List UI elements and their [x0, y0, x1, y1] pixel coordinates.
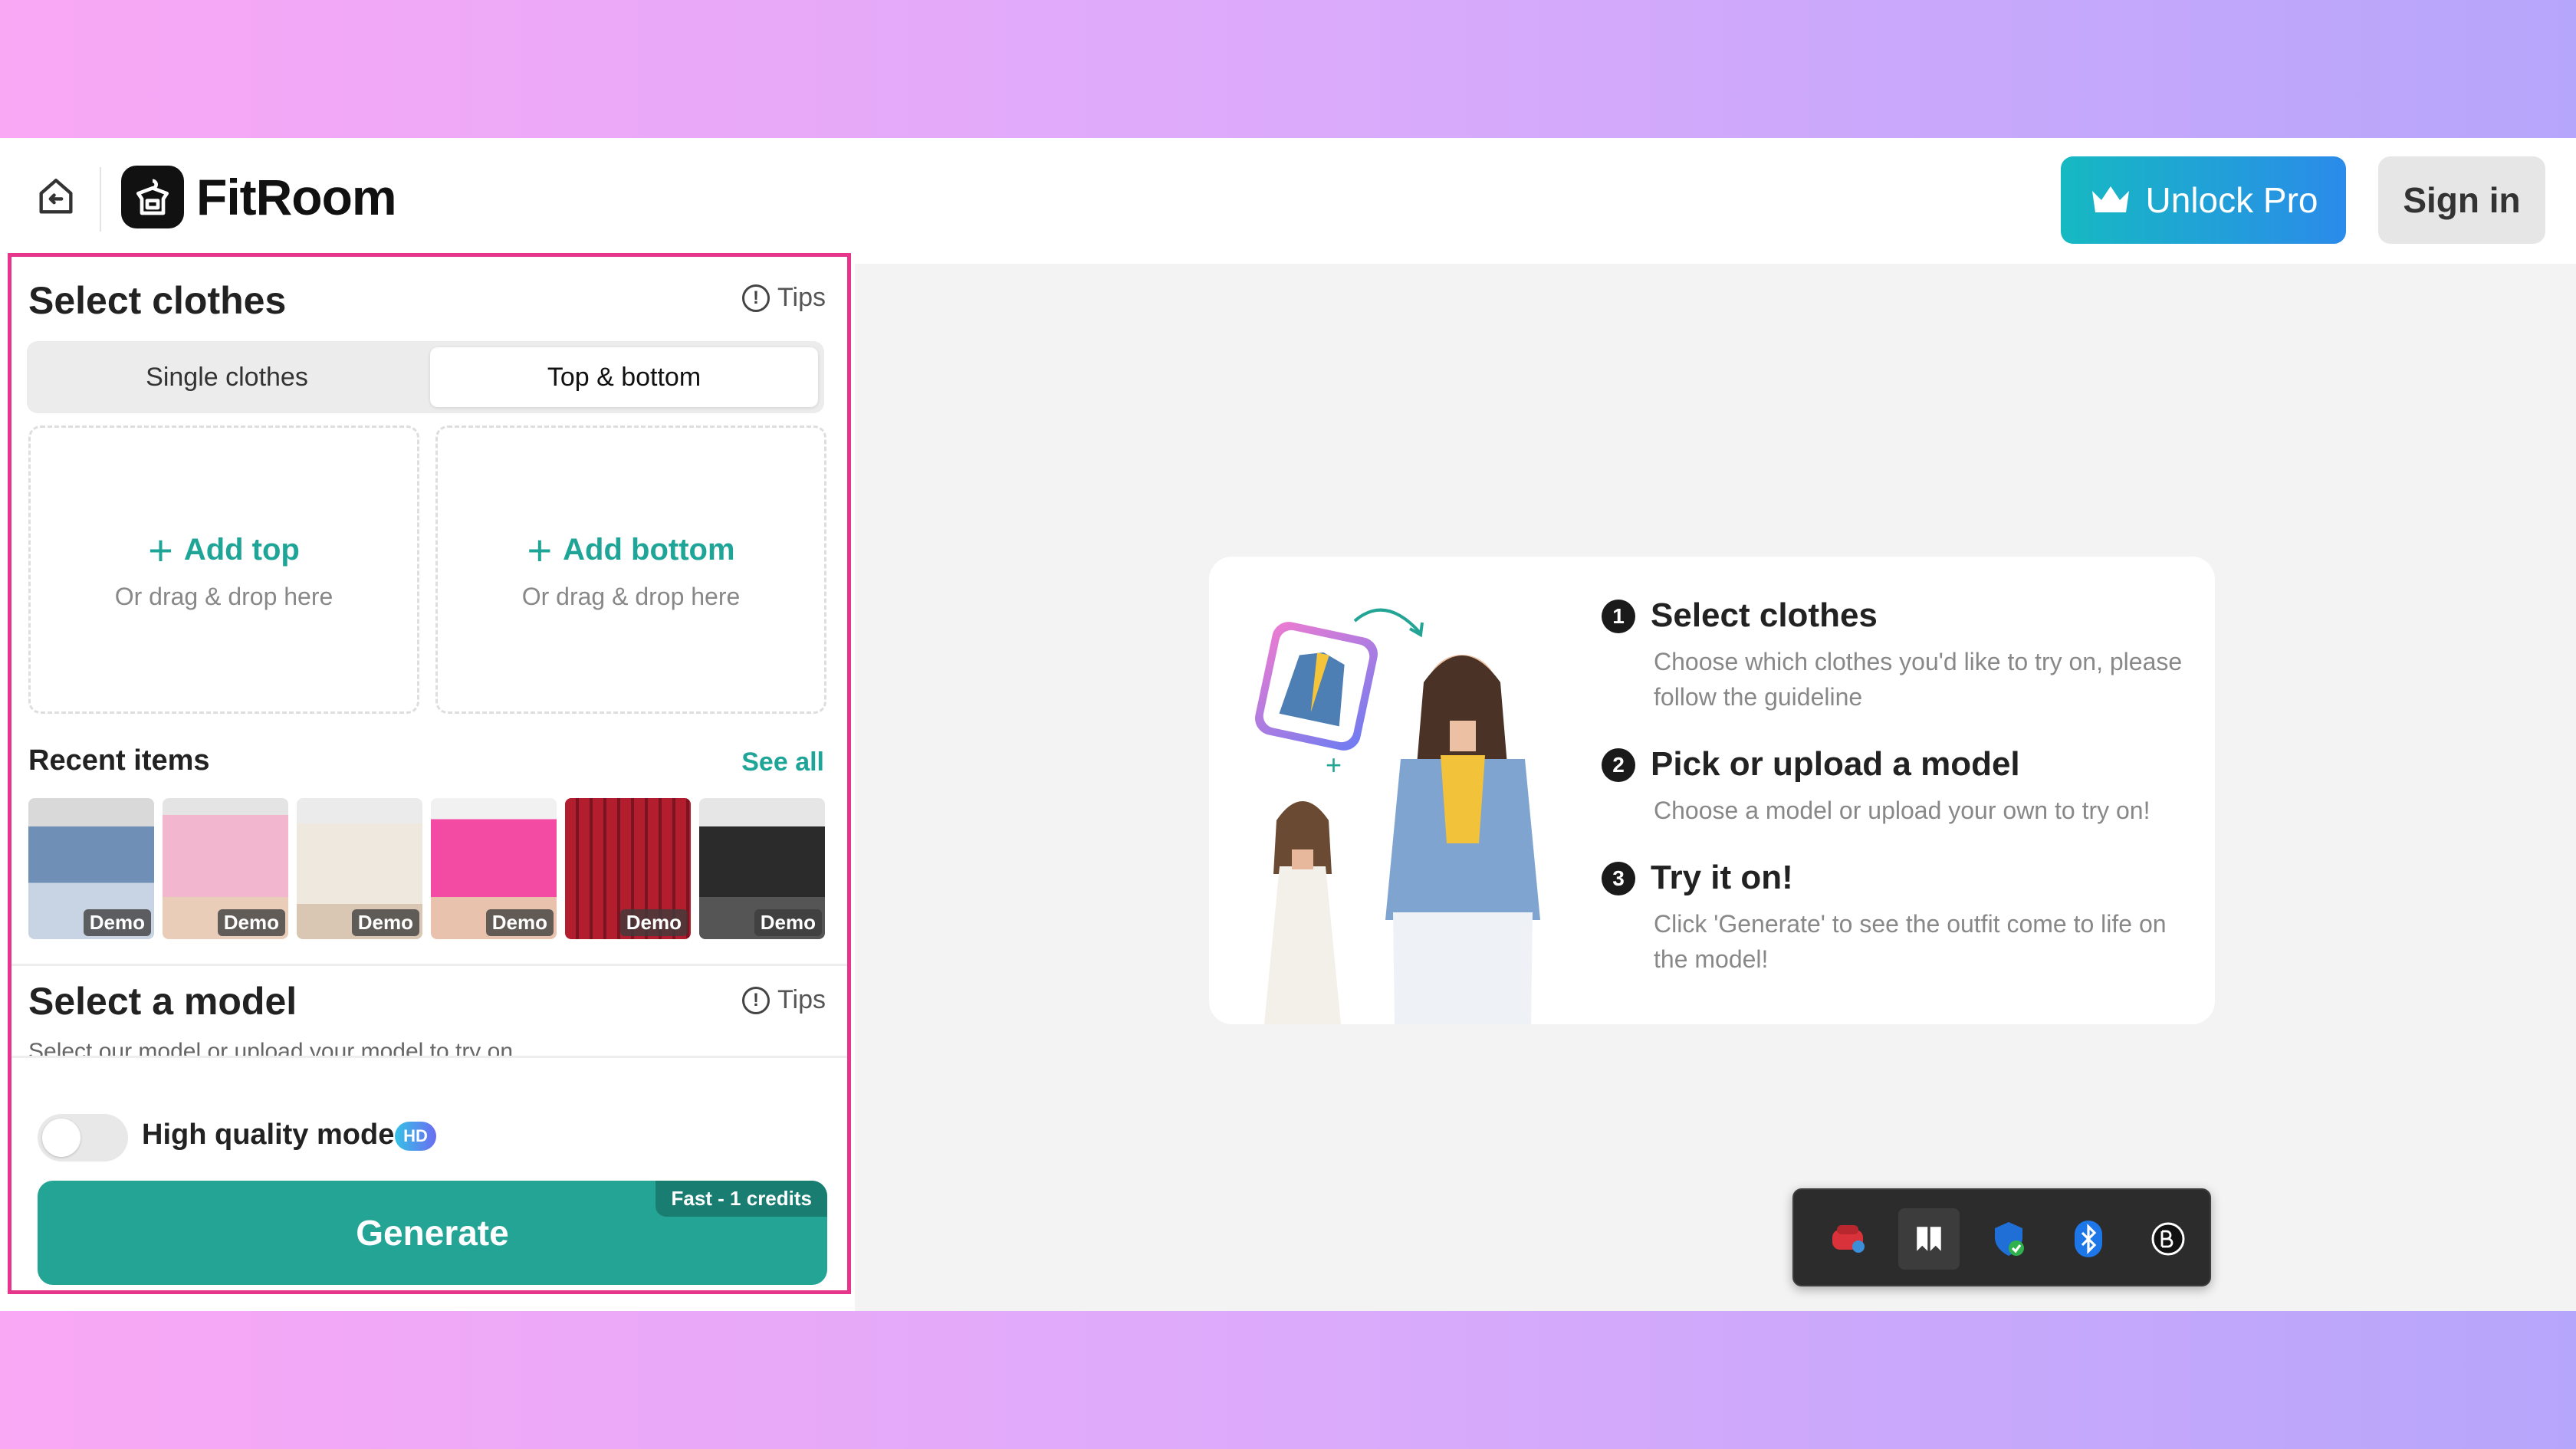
- step-description: Choose a model or upload your own to try…: [1654, 797, 2150, 824]
- red-sync-icon[interactable]: [1819, 1208, 1880, 1270]
- step-description: Click 'Generate' to see the outfit come …: [1654, 910, 2167, 973]
- step-title: Select clothes: [1651, 596, 1878, 634]
- bottom-divider: [12, 1056, 847, 1058]
- header-divider: [100, 167, 101, 232]
- select-model-subtitle: Select our model or upload your model to…: [28, 1039, 514, 1056]
- tab-single-clothes[interactable]: Single clothes: [33, 347, 421, 407]
- demo-badge: Demo: [754, 909, 822, 936]
- recent-item-pink-skirt[interactable]: Demo: [163, 798, 288, 939]
- add-bottom-label: Add bottom: [563, 533, 735, 567]
- app-name: FitRoom: [196, 169, 397, 225]
- recent-item-pink-mini-skirt[interactable]: Demo: [431, 798, 557, 939]
- demo-badge: Demo: [217, 909, 285, 936]
- unlock-pro-button[interactable]: Unlock Pro: [2061, 156, 2346, 244]
- clothes-mode-toggle: Single clothes Top & bottom: [27, 341, 824, 413]
- add-top-button[interactable]: + Add top: [148, 525, 300, 574]
- select-clothes-title: Select clothes: [28, 279, 287, 322]
- demo-badge: Demo: [83, 909, 151, 936]
- plus-icon: +: [148, 525, 173, 574]
- crown-icon: [2091, 186, 2129, 212]
- info-icon: !: [742, 284, 770, 312]
- recent-item-black-shirt[interactable]: Demo: [699, 798, 825, 939]
- bluetooth-icon[interactable]: [2058, 1208, 2119, 1270]
- bookmark-app-icon[interactable]: [1898, 1208, 1960, 1270]
- step-title: Pick or upload a model: [1651, 745, 2020, 783]
- info-icon: !: [742, 986, 770, 1014]
- section-divider: [12, 964, 847, 966]
- tryon-illustration: +: [1255, 608, 1540, 1024]
- add-top-dropzone[interactable]: + Add top Or drag & drop here: [28, 426, 419, 714]
- demo-badge: Demo: [351, 909, 419, 936]
- logo[interactable]: FitRoom: [121, 166, 397, 228]
- generate-label: Generate: [356, 1213, 509, 1253]
- recent-item-white-cardigan[interactable]: Demo: [297, 798, 422, 939]
- recent-item-corset-top[interactable]: Demo: [28, 798, 154, 939]
- high-quality-toggle[interactable]: [38, 1114, 128, 1162]
- how-it-works-card: + 1 Select clothes Choose which clothes …: [1209, 557, 2215, 1024]
- recent-items-title: Recent items: [28, 744, 210, 777]
- demo-badge: Demo: [619, 909, 688, 936]
- step-number: 1: [1602, 600, 1635, 633]
- step-description: Choose which clothes you'd like to try o…: [1654, 648, 2183, 711]
- recent-item-red-plaid-skirt[interactable]: Demo: [565, 798, 691, 939]
- tab-top-bottom[interactable]: Top & bottom: [430, 347, 818, 407]
- app-circle-icon[interactable]: [2137, 1208, 2199, 1270]
- back-arrow-icon: [39, 179, 73, 214]
- system-tray-popup: [1792, 1188, 2211, 1286]
- select-model-title: Select a model: [28, 980, 297, 1023]
- plus-icon: +: [527, 525, 553, 574]
- see-all-link[interactable]: See all: [741, 748, 824, 777]
- step-number: 2: [1602, 748, 1635, 782]
- add-bottom-dropzone[interactable]: + Add bottom Or drag & drop here: [435, 426, 826, 714]
- toggle-knob: [42, 1119, 80, 1157]
- app-window: FitRoom Unlock Pro Sign in + 1 Select cl…: [0, 138, 2576, 1311]
- clothes-tips-button[interactable]: ! Tips: [742, 283, 826, 313]
- hd-badge: HD: [395, 1122, 436, 1151]
- drop-hint: Or drag & drop here: [114, 582, 334, 610]
- model-tips-button[interactable]: ! Tips: [742, 985, 826, 1015]
- credits-tag: Fast - 1 credits: [656, 1181, 827, 1217]
- svg-text:+: +: [1326, 749, 1342, 780]
- recent-items-list: Demo Demo Demo Demo Demo Demo: [28, 798, 825, 939]
- tips-label: Tips: [777, 985, 826, 1014]
- add-top-label: Add top: [183, 533, 300, 567]
- step-title: Try it on!: [1651, 859, 1793, 896]
- left-panel: Select clothes ! Tips Single clothes Top…: [8, 253, 851, 1294]
- unlock-pro-label: Unlock Pro: [2145, 180, 2318, 220]
- high-quality-label: High quality mode: [142, 1119, 395, 1151]
- sign-in-button[interactable]: Sign in: [2378, 156, 2545, 244]
- hanger-logo-icon: [121, 166, 184, 228]
- drop-hint: Or drag & drop here: [521, 582, 741, 610]
- add-bottom-button[interactable]: + Add bottom: [527, 525, 735, 574]
- back-button[interactable]: [31, 172, 81, 222]
- generate-button[interactable]: Generate Fast - 1 credits: [38, 1181, 827, 1285]
- top-header: FitRoom Unlock Pro Sign in: [0, 138, 2576, 264]
- step-number: 3: [1602, 862, 1635, 895]
- shield-icon[interactable]: [1978, 1208, 2039, 1270]
- demo-badge: Demo: [485, 909, 554, 936]
- tips-label: Tips: [777, 283, 826, 312]
